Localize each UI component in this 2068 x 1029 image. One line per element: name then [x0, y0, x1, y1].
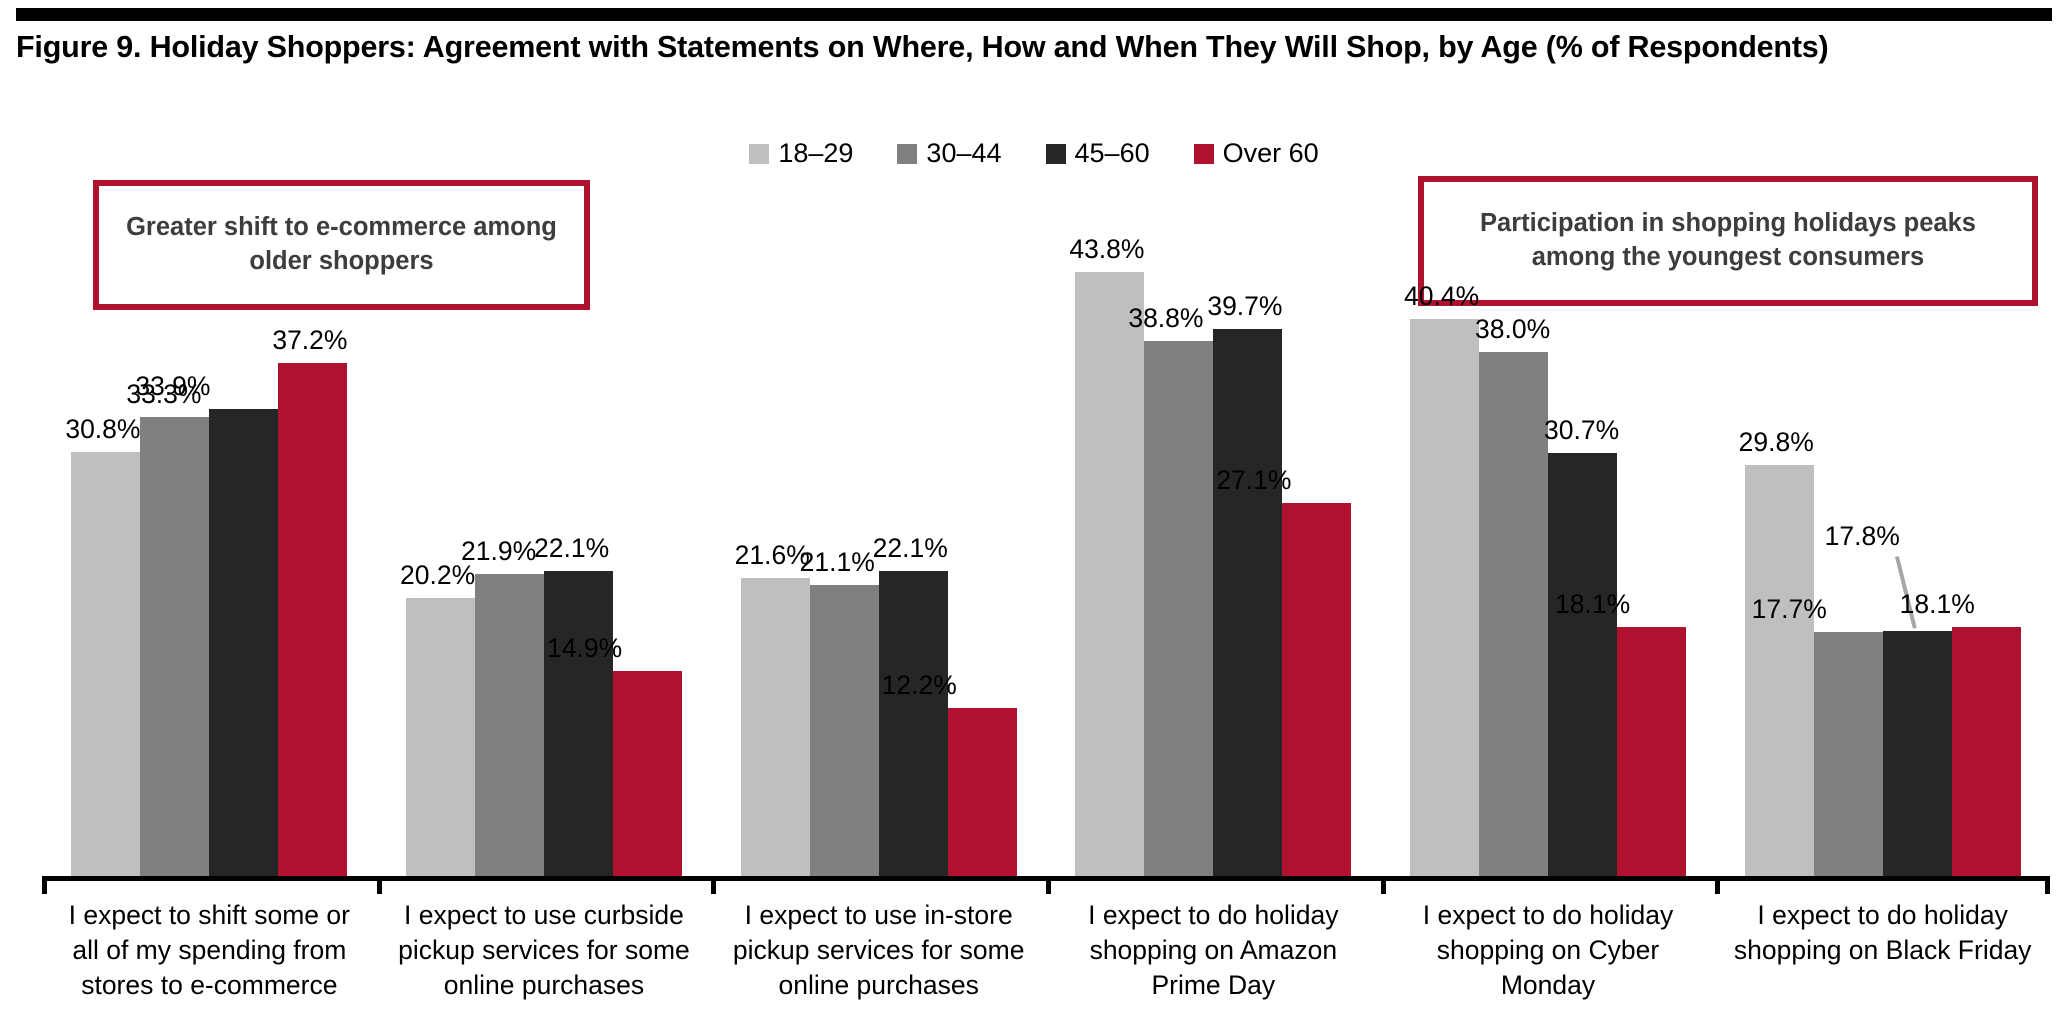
bar-g3-s0[interactable] [1075, 272, 1145, 876]
bar-value-label-g2-s2: 22.1% [872, 533, 948, 564]
bar-g0-s2[interactable] [209, 408, 279, 876]
legend-swatch-18-29-icon [749, 143, 770, 164]
category-label-line: I expect to use in-store [744, 900, 1013, 930]
category-label-line: all of my spending from [72, 935, 347, 966]
category-label-line: I expect to do holiday [1088, 900, 1339, 930]
bar-value-label-g2-s1: 21.1% [799, 547, 875, 578]
x-axis-category-label-2: I expect to use in-store pickup services … [711, 898, 1046, 1004]
bar-g1-s2[interactable] [544, 571, 613, 876]
x-axis-category-label-3: I expect to do holiday shopping on Amazon… [1046, 898, 1381, 1004]
bar-value-label-g3-s2: 39.7% [1207, 290, 1283, 321]
legend-label-2: 45–60 [1074, 138, 1150, 168]
callout-left: Greater shift to e-commerce among older … [93, 180, 590, 310]
x-axis-tick [711, 876, 717, 894]
legend-swatch-30-44-icon [897, 143, 918, 164]
page-title: Figure 9. Holiday Shoppers: Agreement wi… [16, 30, 1829, 64]
category-label-line: I expect to use curbside [404, 900, 684, 930]
category-label-line: I expect to do holiday [1757, 900, 2008, 930]
bar-g0-s1[interactable] [140, 417, 210, 876]
bar-g2-s1[interactable] [809, 585, 879, 876]
bar-value-label-g1-s2: 22.1% [534, 533, 610, 564]
legend-swatch-45-60-icon [1045, 143, 1066, 164]
bar-value-label-g3-s0: 43.8% [1069, 234, 1145, 265]
chart-legend: 18–29 30–44 45–60 Over 60 [0, 140, 2068, 167]
bar-g1-s1[interactable] [475, 574, 544, 876]
category-label-line: I expect to do holiday [1422, 900, 1674, 930]
bar-g0-s0[interactable] [71, 451, 141, 876]
bar-g4-s0[interactable] [1410, 319, 1479, 876]
category-label-line: shopping on Amazon [1089, 935, 1338, 966]
bar-g4-s3[interactable] [1617, 626, 1686, 876]
legend-item-0[interactable]: 18–29 [749, 140, 853, 167]
category-label-line: shopping on Black Friday [1733, 935, 2032, 966]
legend-label-3: Over 60 [1222, 138, 1319, 168]
category-label-line: online purchases [443, 970, 645, 1001]
bar-g0-s3[interactable] [278, 363, 348, 876]
bar-value-label-g0-s2: 33.9% [135, 370, 211, 401]
bar-value-label-g5-s0: 29.8% [1738, 427, 1814, 458]
category-label-line: online purchases [778, 970, 979, 1001]
bar-g4-s1[interactable] [1479, 352, 1548, 876]
bar-value-label-g1-s3: 14.9% [547, 632, 623, 663]
bar-value-label-g0-s0: 30.8% [65, 413, 141, 444]
bar-g5-s3[interactable] [1951, 626, 2021, 876]
legend-label-1: 30–44 [926, 138, 1002, 168]
bar-g1-s3[interactable] [613, 670, 682, 876]
bar-g3-s2[interactable] [1213, 328, 1283, 876]
header-rule [16, 8, 2052, 21]
legend-item-2[interactable]: 45–60 [1045, 138, 1150, 168]
bar-value-label-g2-s0: 21.6% [734, 540, 810, 571]
category-label-line: I expect to shift some or [68, 900, 350, 930]
bar-value-label-g0-s1: 33.3% [126, 379, 202, 410]
x-axis-category-label-1: I expect to use curbside pickup services … [377, 898, 712, 1004]
bar-value-label-g5-s1: 17.7% [1751, 594, 1827, 625]
x-axis-category-label-4: I expect to do holiday shopping on Cyber M… [1381, 898, 1716, 1004]
legend-item-3[interactable]: Over 60 [1193, 138, 1319, 168]
bar-g3-s3[interactable] [1282, 502, 1352, 876]
legend-swatch-over-60-icon [1193, 143, 1214, 164]
legend-label-0: 18–29 [778, 138, 854, 168]
bar-value-label-g0-s3: 37.2% [272, 325, 348, 356]
bar-g2-s2[interactable] [878, 571, 948, 876]
x-axis-tick [1715, 876, 1721, 894]
bar-g2-s3[interactable] [947, 707, 1017, 876]
x-axis-line [42, 876, 2050, 881]
category-label-line: shopping on Cyber [1436, 935, 1660, 966]
legend-item-1[interactable]: 30–44 [897, 138, 1002, 168]
bar-value-label-g2-s3: 12.2% [881, 669, 957, 700]
callout-right: Participation in shopping holidays peaks… [1418, 176, 2038, 306]
category-label-line: pickup services for some [398, 935, 690, 966]
bar-value-label-g4-s2: 30.7% [1544, 414, 1620, 445]
chart-page: Figure 9. Holiday Shoppers: Agreement wi… [0, 0, 2068, 1029]
category-label-line: stores to e-commerce [81, 970, 338, 1001]
bar-value-label-g1-s0: 20.2% [400, 559, 476, 590]
bar-value-label-g3-s1: 38.8% [1128, 303, 1204, 334]
bar-value-label-g4-s1: 38.0% [1475, 314, 1551, 345]
x-axis-category-label-5: I expect to do holiday shopping on Black … [1715, 898, 2050, 968]
x-axis-tick [376, 876, 382, 894]
bar-g3-s1[interactable] [1144, 341, 1214, 876]
bar-value-label-g3-s3: 27.1% [1216, 464, 1292, 495]
category-label-line: Monday [1500, 970, 1596, 1001]
label-leader-line [1894, 555, 1917, 629]
x-axis-tick [2045, 876, 2050, 894]
category-label-line: Prime Day [1151, 970, 1276, 1001]
bar-value-label-g5-s2: 17.8% [1824, 520, 1900, 551]
bar-value-label-g4-s3: 18.1% [1555, 588, 1631, 619]
bar-g4-s2[interactable] [1548, 452, 1617, 876]
bar-g5-s0[interactable] [1744, 465, 1814, 876]
bar-value-label-g1-s1: 21.9% [461, 536, 537, 567]
x-axis-tick [42, 876, 47, 894]
bar-value-label-g5-s3: 18.1% [1899, 588, 1975, 619]
bar-g5-s1[interactable] [1813, 632, 1883, 876]
bar-g2-s0[interactable] [740, 578, 810, 876]
x-axis-tick [1046, 876, 1051, 894]
category-label-line: pickup services for some [732, 935, 1025, 966]
x-axis-category-label-0: I expect to shift some or all of my spend… [42, 898, 377, 1004]
x-axis-tick [1380, 876, 1386, 894]
bar-g5-s2[interactable] [1882, 630, 1952, 876]
bar-g1-s0[interactable] [406, 597, 475, 876]
